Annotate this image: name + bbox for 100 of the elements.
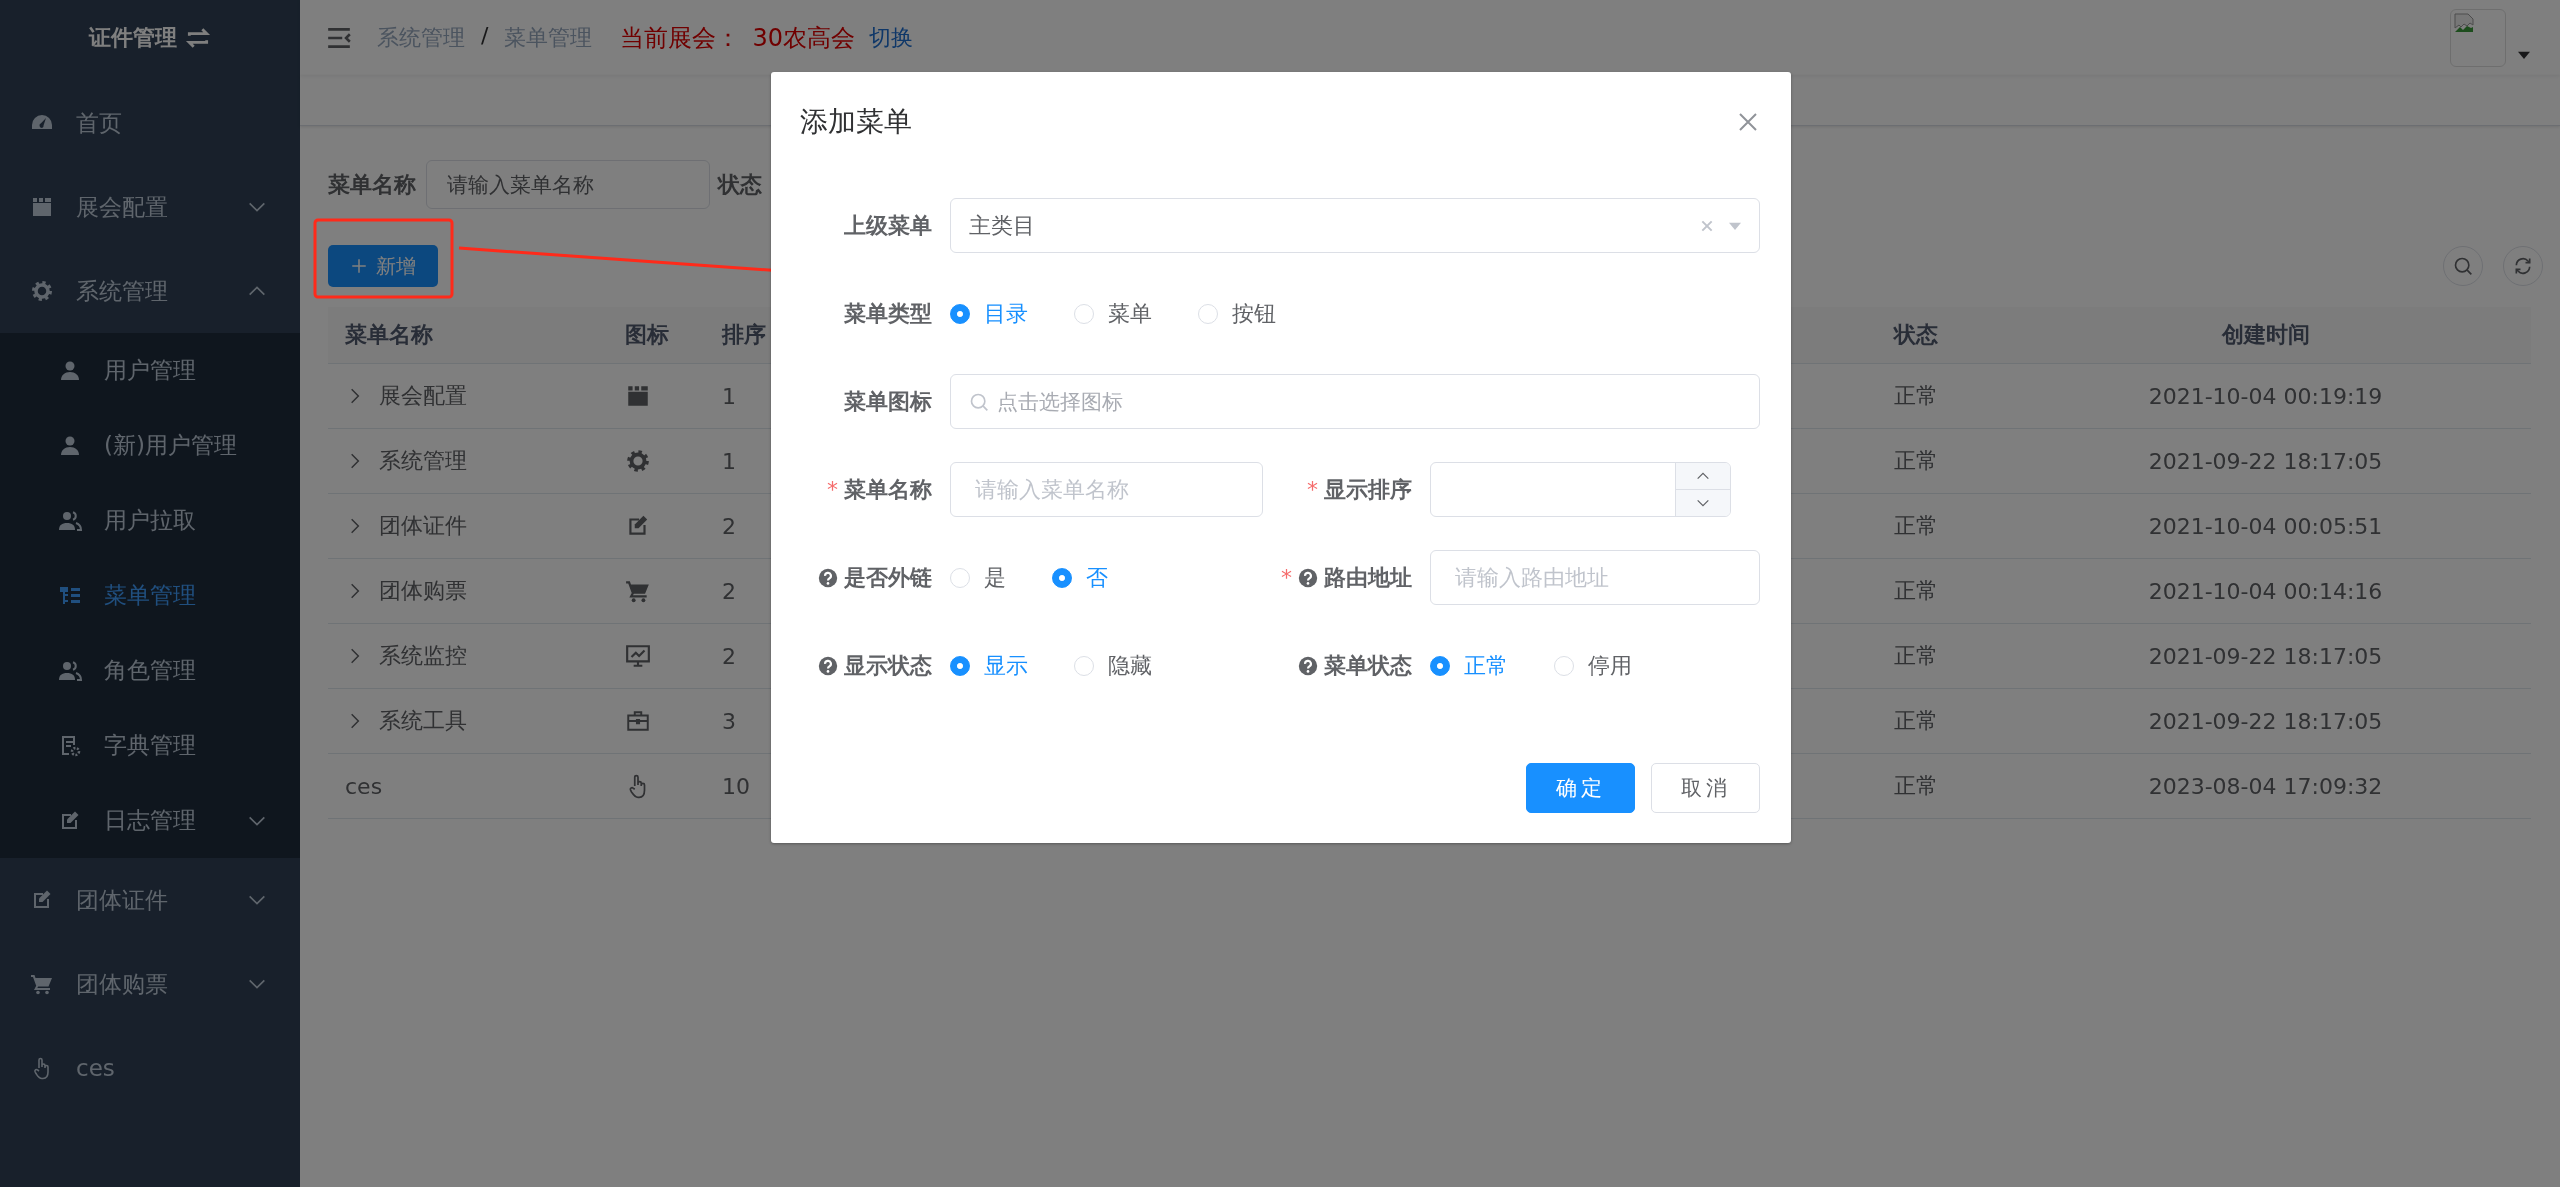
exhibition-name: 30农高会 (752, 22, 855, 54)
column-header: 创建时间 (2221, 321, 2310, 349)
help-icon[interactable] (1298, 655, 1318, 676)
radio-option[interactable]: 显示 (950, 650, 1028, 681)
table-cell: 2 (722, 643, 736, 669)
menu-item[interactable]: 团体购票 (0, 942, 300, 1026)
radio-option[interactable]: 是 (950, 562, 1006, 593)
users-icon (58, 508, 82, 533)
radio-option[interactable]: 停用 (1554, 650, 1632, 681)
menu-item[interactable]: 首页 (0, 81, 300, 165)
submenu-item[interactable]: 角色管理 (0, 633, 300, 708)
radio-button[interactable] (1052, 567, 1072, 588)
submenu-item[interactable]: (新)用户管理 (0, 408, 300, 483)
radio-option[interactable]: 目录 (950, 298, 1028, 329)
required-mark: * (1307, 477, 1318, 502)
cart-icon (625, 578, 651, 604)
table-cell-text: 团体购票 (379, 577, 467, 605)
breadcrumb-separator: / (481, 22, 489, 50)
help-icon[interactable] (818, 567, 838, 588)
table-cell: 10 (722, 773, 750, 799)
radio-option[interactable]: 菜单 (1074, 298, 1152, 329)
menu-item[interactable]: 展会配置 (0, 165, 300, 249)
table-cell-text: 正常 (1894, 382, 1938, 410)
table-cell: 2 (722, 513, 736, 539)
table-cell-text: 正常 (1894, 577, 1938, 605)
refresh-button[interactable] (2503, 246, 2543, 286)
radio-option[interactable]: 否 (1052, 562, 1108, 593)
input-field[interactable]: 请输入路由地址 (1430, 550, 1760, 605)
table-cell-text: 正常 (1894, 447, 1938, 475)
table-cell-text: 正常 (1894, 642, 1938, 670)
required-mark: * (1281, 565, 1292, 590)
icon-picker-field[interactable]: 点击选择图标 (950, 374, 1760, 429)
monitor-chart-icon (625, 643, 651, 669)
users-icon (58, 658, 82, 683)
table-cell-text: 团体证件 (379, 512, 467, 540)
avatar[interactable] (2450, 8, 2506, 67)
table-cell: 3 (722, 708, 736, 734)
input-field[interactable]: 请输入菜单名称 (426, 160, 710, 209)
table-cell: 2021-09-22 18:17:05 (2148, 643, 2383, 669)
field-label: 状态 (718, 170, 762, 199)
field-label: 路由地址 (1324, 563, 1412, 592)
submenu-item[interactable]: 日志管理 (0, 783, 300, 858)
radio-button[interactable] (950, 655, 970, 676)
search-icon (969, 391, 989, 412)
table-cell-text: 正常 (1894, 512, 1938, 540)
field-label: 显示状态 (844, 651, 932, 680)
column-header: 排序 (722, 321, 766, 349)
dialog-title: 添加菜单 (800, 104, 912, 140)
app-title: 证件管理 (89, 23, 177, 52)
refresh-icon (2513, 256, 2533, 276)
field-label: 菜单图标 (844, 387, 932, 416)
field-label: 菜单类型 (844, 299, 932, 328)
field-label: 菜单状态 (1324, 651, 1412, 680)
search-icon (2453, 256, 2473, 276)
column-header: 图标 (625, 321, 669, 349)
field-label: 上级菜单 (844, 211, 932, 240)
table-cell-text: 正常 (1894, 772, 1938, 800)
radio-option[interactable]: 隐藏 (1074, 650, 1152, 681)
column-header: 菜单名称 (345, 321, 433, 349)
radio-button[interactable] (950, 303, 970, 324)
search-toggle-button[interactable] (2443, 246, 2483, 286)
table-cell: 2021-09-22 18:17:05 (2148, 448, 2383, 474)
select-value: 主类目 (969, 211, 1035, 240)
radio-button[interactable] (1430, 655, 1450, 676)
table-cell-text: 系统管理 (379, 447, 467, 475)
field-label: 是否外链 (844, 563, 932, 592)
table-cell: 1 (722, 383, 736, 409)
cancel-button[interactable]: 取消 (1651, 763, 1760, 813)
radio-option[interactable]: 按钮 (1198, 298, 1276, 329)
submenu-item[interactable]: 字典管理 (0, 708, 300, 783)
help-icon[interactable] (1298, 567, 1318, 588)
table-cell: 2021-10-04 00:05:51 (2148, 513, 2383, 539)
add-button[interactable]: 新增 (328, 245, 438, 287)
column-header: 状态 (1894, 321, 1938, 349)
radio-option[interactable]: 正常 (1430, 650, 1508, 681)
menu-item[interactable]: ces (0, 1026, 300, 1110)
table-cell-text: 展会配置 (379, 382, 467, 410)
table-cell-text: 正常 (1894, 707, 1938, 735)
select-field[interactable]: 主类目 (950, 198, 1760, 253)
field-label: 菜单名称 (844, 475, 932, 504)
field-label: 显示排序 (1324, 475, 1412, 504)
menu-item[interactable]: 系统管理 (0, 249, 300, 333)
field-label: 菜单名称 (328, 170, 416, 199)
menu-item[interactable]: 团体证件 (0, 858, 300, 942)
table-cell: 2021-10-04 00:19:19 (2148, 383, 2383, 409)
submenu-item[interactable]: 用户拉取 (0, 483, 300, 558)
table-cell: 2023-08-04 17:09:32 (2148, 773, 2383, 799)
plus-icon (350, 257, 368, 275)
input-field[interactable]: 请输入菜单名称 (950, 462, 1263, 517)
submenu-item[interactable]: 用户管理 (0, 333, 300, 408)
required-mark: * (827, 477, 838, 502)
switch-link[interactable]: 切换 (868, 22, 913, 53)
help-icon[interactable] (818, 655, 838, 676)
submenu-item[interactable]: 菜单管理 (0, 558, 300, 633)
cart-icon (30, 972, 54, 996)
table-cell-text: 系统工具 (379, 707, 467, 735)
gear-icon (625, 448, 651, 474)
gear-icon (30, 279, 54, 303)
confirm-button[interactable]: 确定 (1526, 763, 1635, 813)
table-cell: 2 (722, 578, 736, 604)
